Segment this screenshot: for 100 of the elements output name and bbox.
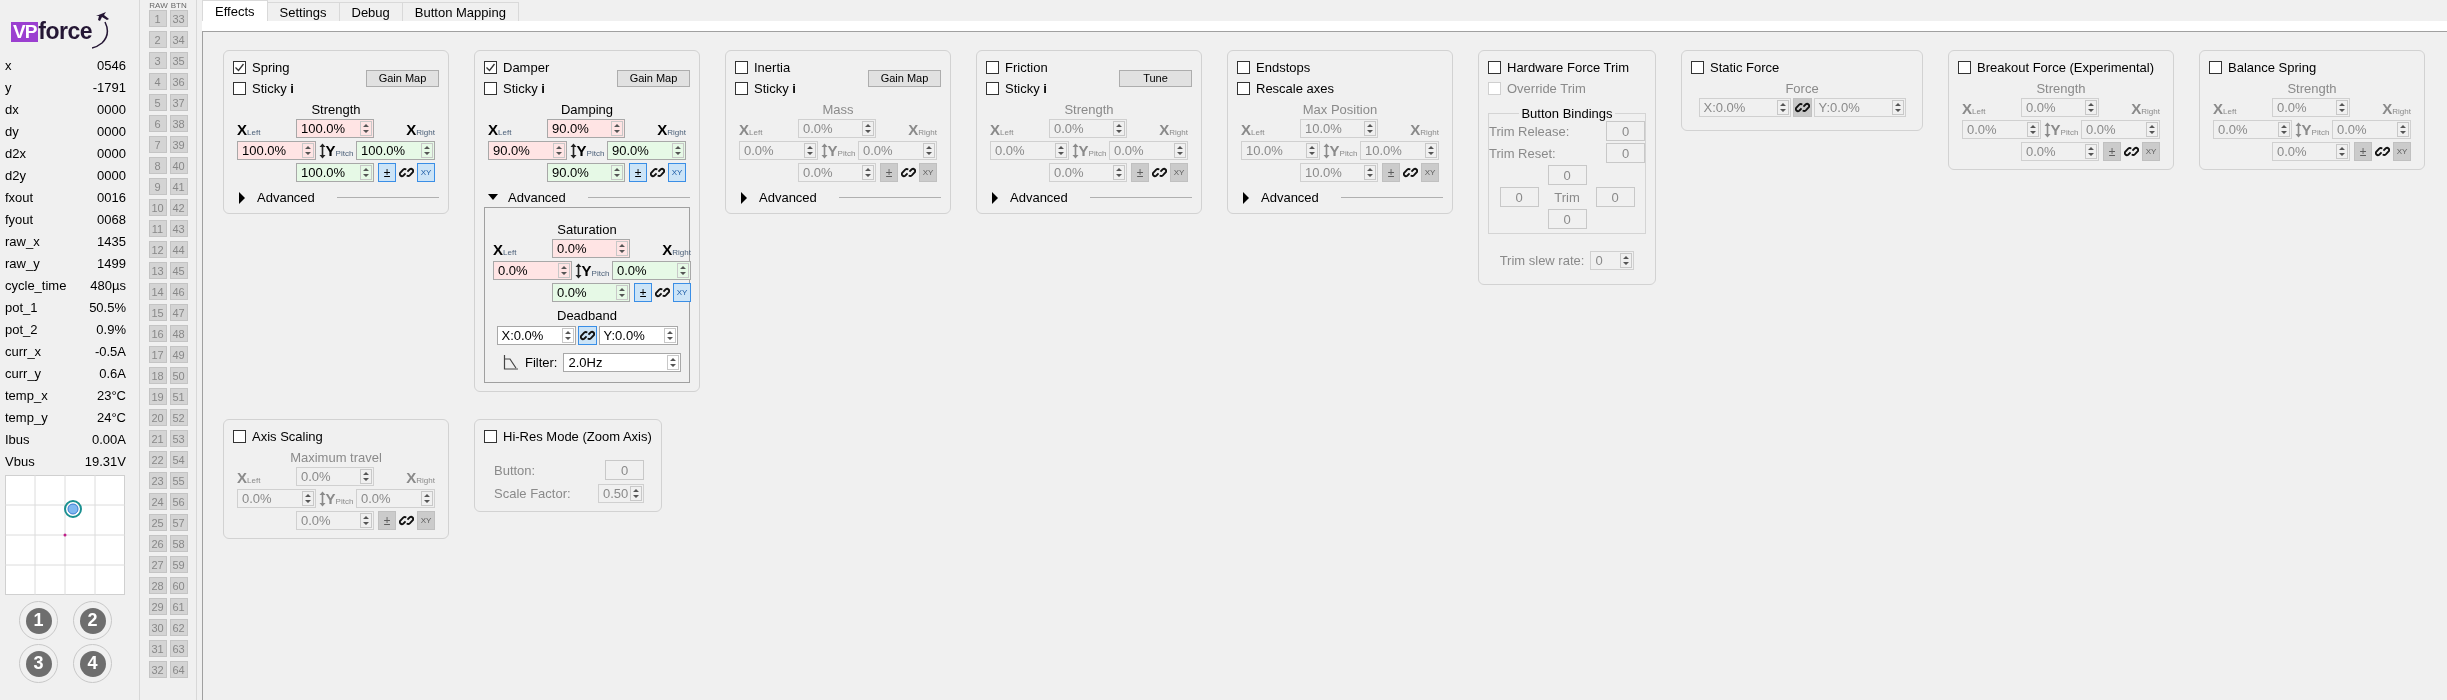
- spin-box[interactable]: 100.0%: [356, 141, 435, 160]
- spin-arrows-icon[interactable]: [611, 121, 623, 136]
- spin-box[interactable]: 0.0%: [2213, 120, 2292, 139]
- xy-button[interactable]: XY: [919, 163, 937, 182]
- symmetric-button[interactable]: ±: [1131, 163, 1149, 182]
- binding-field[interactable]: 0: [1547, 165, 1587, 185]
- spin-arrows-icon[interactable]: [1055, 143, 1067, 158]
- spin-box[interactable]: 0.0%: [2272, 142, 2350, 161]
- checkbox[interactable]: [1488, 61, 1501, 74]
- spin-arrows-icon[interactable]: [804, 143, 816, 158]
- spin-arrows-icon[interactable]: [421, 143, 433, 158]
- spin-arrows-icon[interactable]: [1364, 121, 1376, 136]
- spin-box[interactable]: 90.0%: [488, 141, 567, 160]
- panel-button[interactable]: Tune: [1119, 69, 1192, 87]
- spin-box[interactable]: X:0.0%: [496, 326, 576, 345]
- spin-box[interactable]: 0.0%: [296, 511, 374, 530]
- tab[interactable]: Effects: [202, 0, 268, 21]
- spin-arrows-icon[interactable]: [360, 121, 372, 136]
- checkbox-label[interactable]: Endstops: [1256, 60, 1311, 75]
- checkbox[interactable]: [484, 82, 497, 95]
- spin-box[interactable]: 0: [1590, 251, 1635, 270]
- checkbox-label[interactable]: Damper: [503, 60, 550, 75]
- xy-button[interactable]: XY: [1170, 163, 1188, 182]
- checkbox-label[interactable]: Inertia: [754, 60, 791, 75]
- spin-arrows-icon[interactable]: [667, 355, 679, 370]
- spin-arrows-icon[interactable]: [923, 143, 935, 158]
- checkbox-label[interactable]: Friction: [1005, 60, 1048, 75]
- checkbox-label[interactable]: Sticky i: [1005, 81, 1047, 96]
- spin-box[interactable]: 100.0%: [296, 163, 374, 182]
- spin-box[interactable]: 0.0%: [739, 141, 818, 160]
- checkbox[interactable]: [735, 61, 748, 74]
- spin-box[interactable]: 0.0%: [1049, 163, 1127, 182]
- spin-box[interactable]: 90.0%: [607, 141, 686, 160]
- advanced-toggle[interactable]: Advanced: [735, 190, 817, 205]
- checkbox[interactable]: [2209, 61, 2222, 74]
- advanced-toggle[interactable]: Advanced: [986, 190, 1068, 205]
- symmetric-button[interactable]: ±: [2103, 142, 2121, 161]
- checkbox-label[interactable]: Static Force: [1710, 60, 1780, 75]
- checkbox[interactable]: [1958, 61, 1971, 74]
- spin-box[interactable]: 10.0%: [1360, 141, 1439, 160]
- binding-field[interactable]: 0: [1606, 143, 1645, 163]
- spin-arrows-icon[interactable]: [1364, 165, 1376, 180]
- symmetric-button[interactable]: ±: [629, 163, 647, 182]
- spin-arrows-icon[interactable]: [360, 165, 372, 180]
- checkbox-label[interactable]: Rescale axes: [1256, 81, 1335, 96]
- checkbox-label[interactable]: Balance Spring: [2228, 60, 2317, 75]
- spin-box[interactable]: 0.0%: [552, 239, 630, 258]
- spin-arrows-icon[interactable]: [2085, 100, 2097, 115]
- spin-box[interactable]: 0.0%: [2272, 98, 2350, 117]
- spin-box[interactable]: 0.0%: [1109, 141, 1188, 160]
- spin-box[interactable]: X:0.0%: [1698, 98, 1791, 117]
- checkbox-label[interactable]: Hardware Force Trim: [1507, 60, 1630, 75]
- spin-arrows-icon[interactable]: [630, 486, 642, 501]
- spin-arrows-icon[interactable]: [302, 143, 314, 158]
- checkbox-label[interactable]: Sticky i: [754, 81, 796, 96]
- spin-box[interactable]: 0.0%: [990, 141, 1069, 160]
- spin-arrows-icon[interactable]: [616, 241, 628, 256]
- spin-arrows-icon[interactable]: [1620, 253, 1633, 268]
- spin-arrows-icon[interactable]: [2336, 144, 2348, 159]
- spin-arrows-icon[interactable]: [616, 285, 628, 300]
- symmetric-button[interactable]: ±: [880, 163, 898, 182]
- symmetric-button[interactable]: ±: [2354, 142, 2372, 161]
- spin-box[interactable]: 0.0%: [552, 283, 630, 302]
- spin-arrows-icon[interactable]: [1113, 121, 1125, 136]
- spin-box[interactable]: 0.0%: [1962, 120, 2041, 139]
- spin-box[interactable]: 0.0%: [858, 141, 937, 160]
- symmetric-button[interactable]: ±: [634, 283, 652, 302]
- panel-button[interactable]: Gain Map: [868, 69, 941, 87]
- checkbox[interactable]: [1237, 61, 1250, 74]
- spin-arrows-icon[interactable]: [2085, 144, 2097, 159]
- numbered-button[interactable]: 3: [19, 644, 58, 683]
- spin-box[interactable]: 0.0%: [612, 261, 691, 280]
- spin-box[interactable]: 100.0%: [237, 141, 316, 160]
- spin-box[interactable]: 0.0%: [493, 261, 572, 280]
- spin-box[interactable]: 0.0%: [1049, 119, 1127, 138]
- spin-arrows-icon[interactable]: [1174, 143, 1186, 158]
- checkbox[interactable]: [735, 82, 748, 95]
- panel-button[interactable]: Gain Map: [366, 69, 439, 87]
- spin-arrows-icon[interactable]: [561, 328, 574, 343]
- tab[interactable]: Button Mapping: [401, 2, 519, 21]
- numbered-button[interactable]: 1: [19, 601, 58, 640]
- spin-arrows-icon[interactable]: [360, 513, 372, 528]
- binding-field[interactable]: 0: [1606, 121, 1645, 141]
- spin-box[interactable]: 0.0%: [2081, 120, 2160, 139]
- symmetric-button[interactable]: ±: [378, 511, 396, 530]
- xy-button[interactable]: XY: [2393, 142, 2411, 161]
- symmetric-button[interactable]: ±: [378, 163, 396, 182]
- checkbox[interactable]: [233, 61, 246, 74]
- spin-arrows-icon[interactable]: [1113, 165, 1125, 180]
- binding-field[interactable]: 0: [1595, 187, 1635, 207]
- spin-box[interactable]: 0.0%: [2332, 120, 2411, 139]
- binding-field[interactable]: 0: [1499, 187, 1539, 207]
- symmetric-button[interactable]: ±: [1382, 163, 1400, 182]
- spin-arrows-icon[interactable]: [2027, 122, 2039, 137]
- advanced-toggle[interactable]: Advanced: [484, 190, 566, 205]
- spin-arrows-icon[interactable]: [2146, 122, 2158, 137]
- spin-box[interactable]: 0.0%: [2021, 142, 2099, 161]
- checkbox[interactable]: [986, 82, 999, 95]
- checkbox[interactable]: [1237, 82, 1250, 95]
- spin-box[interactable]: 100.0%: [296, 119, 374, 138]
